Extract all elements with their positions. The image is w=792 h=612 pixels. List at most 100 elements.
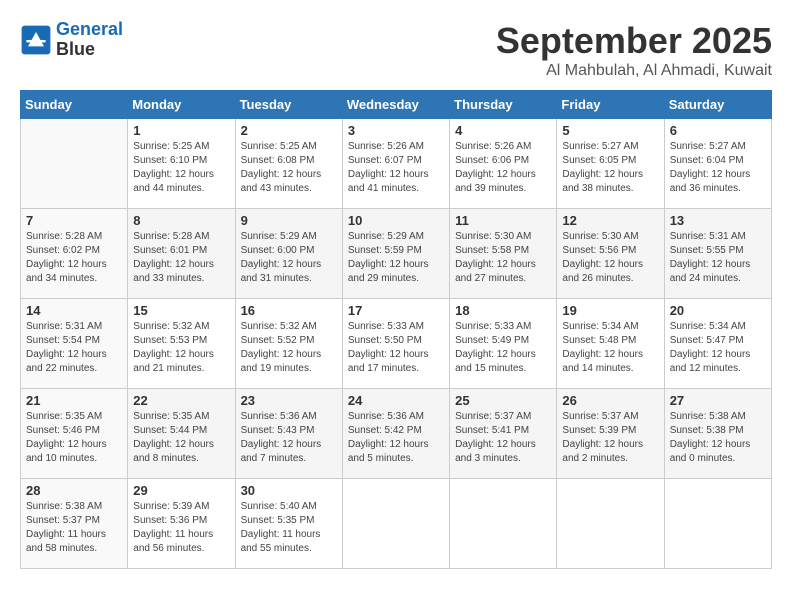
location-title: Al Mahbulah, Al Ahmadi, Kuwait (496, 62, 772, 80)
day-number: 27 (670, 393, 766, 408)
calendar-cell: 24Sunrise: 5:36 AMSunset: 5:42 PMDayligh… (342, 389, 449, 479)
calendar-cell: 13 Sunrise: 5:31 AMSunset: 5:55 PMDayligh… (664, 209, 771, 299)
day-info: Sunrise: 5:33 AMSunset: 5:50 PMDaylight:… (348, 320, 444, 376)
day-number: 8 (133, 213, 229, 228)
logo-line2: Blue (56, 40, 123, 60)
day-number: 17 (348, 303, 444, 318)
day-number: 16 (241, 303, 337, 318)
weekday-header: Tuesday (235, 91, 342, 119)
day-number: 22 (133, 393, 229, 408)
weekday-header: Wednesday (342, 91, 449, 119)
calendar-cell: 25 Sunrise: 5:37 AMSunset: 5:41 PMDayligh… (450, 389, 557, 479)
calendar-cell: 4 Sunrise: 5:26 AMSunset: 6:06 PMDaylight… (450, 119, 557, 209)
calendar-cell: 8 Sunrise: 5:28 AMSunset: 6:01 PMDaylight… (128, 209, 235, 299)
day-info: Sunrise: 5:26 AMSunset: 6:06 PMDaylight:… (455, 140, 551, 196)
calendar-cell: 3 Sunrise: 5:26 AMSunset: 6:07 PMDaylight… (342, 119, 449, 209)
day-number: 6 (670, 123, 766, 138)
calendar-cell: 11Sunrise: 5:30 AMSunset: 5:58 PMDayligh… (450, 209, 557, 299)
day-info: Sunrise: 5:25 AMSunset: 6:10 PMDaylight:… (133, 140, 229, 196)
day-number: 25 (455, 393, 551, 408)
day-info: Sunrise: 5:25 AMSunset: 6:08 PMDaylight:… (241, 140, 337, 196)
day-info: Sunrise: 5:40 AMSunset: 5:35 PMDaylight:… (241, 500, 337, 556)
calendar-cell (342, 479, 449, 569)
calendar-cell (557, 479, 664, 569)
title-area: September 2025 Al Mahbulah, Al Ahmadi, K… (496, 20, 772, 80)
day-number: 4 (455, 123, 551, 138)
logo-icon (20, 24, 52, 56)
calendar-cell: 21 Sunrise: 5:35 AMSunset: 5:46 PMDayligh… (21, 389, 128, 479)
weekday-header-row: SundayMondayTuesdayWednesdayThursdayFrid… (21, 91, 772, 119)
calendar-table: SundayMondayTuesdayWednesdayThursdayFrid… (20, 90, 772, 569)
day-number: 10 (348, 213, 444, 228)
calendar-week-row: 14 Sunrise: 5:31 AMSunset: 5:54 PMDayligh… (21, 299, 772, 389)
day-info: Sunrise: 5:37 AMSunset: 5:41 PMDaylight:… (455, 410, 551, 466)
calendar-cell: 9 Sunrise: 5:29 AMSunset: 6:00 PMDaylight… (235, 209, 342, 299)
day-number: 14 (26, 303, 122, 318)
day-info: Sunrise: 5:38 AMSunset: 5:38 PMDaylight:… (670, 410, 766, 466)
day-number: 21 (26, 393, 122, 408)
logo-line1: General (56, 19, 123, 39)
calendar-cell: 5Sunrise: 5:27 AMSunset: 6:05 PMDaylight… (557, 119, 664, 209)
day-info: Sunrise: 5:26 AMSunset: 6:07 PMDaylight:… (348, 140, 444, 196)
day-number: 20 (670, 303, 766, 318)
calendar-week-row: 21 Sunrise: 5:35 AMSunset: 5:46 PMDayligh… (21, 389, 772, 479)
calendar-cell: 30 Sunrise: 5:40 AMSunset: 5:35 PMDayligh… (235, 479, 342, 569)
day-number: 12 (562, 213, 658, 228)
calendar-cell: 6Sunrise: 5:27 AMSunset: 6:04 PMDaylight… (664, 119, 771, 209)
calendar-cell: 7 Sunrise: 5:28 AMSunset: 6:02 PMDaylight… (21, 209, 128, 299)
day-number: 15 (133, 303, 229, 318)
calendar-cell: 18Sunrise: 5:33 AMSunset: 5:49 PMDayligh… (450, 299, 557, 389)
day-info: Sunrise: 5:37 AMSunset: 5:39 PMDaylight:… (562, 410, 658, 466)
day-number: 13 (670, 213, 766, 228)
day-info: Sunrise: 5:28 AMSunset: 6:01 PMDaylight:… (133, 230, 229, 286)
day-info: Sunrise: 5:29 AMSunset: 5:59 PMDaylight:… (348, 230, 444, 286)
day-info: Sunrise: 5:39 AMSunset: 5:36 PMDaylight:… (133, 500, 229, 556)
calendar-cell: 17 Sunrise: 5:33 AMSunset: 5:50 PMDayligh… (342, 299, 449, 389)
weekday-header: Sunday (21, 91, 128, 119)
calendar-week-row: 1 Sunrise: 5:25 AMSunset: 6:10 PMDaylight… (21, 119, 772, 209)
day-number: 26 (562, 393, 658, 408)
weekday-header: Thursday (450, 91, 557, 119)
day-number: 7 (26, 213, 122, 228)
day-info: Sunrise: 5:29 AMSunset: 6:00 PMDaylight:… (241, 230, 337, 286)
calendar-cell: 26 Sunrise: 5:37 AMSunset: 5:39 PMDayligh… (557, 389, 664, 479)
day-info: Sunrise: 5:28 AMSunset: 6:02 PMDaylight:… (26, 230, 122, 286)
day-info: Sunrise: 5:33 AMSunset: 5:49 PMDaylight:… (455, 320, 551, 376)
calendar-cell (450, 479, 557, 569)
day-number: 28 (26, 483, 122, 498)
calendar-cell: 1 Sunrise: 5:25 AMSunset: 6:10 PMDaylight… (128, 119, 235, 209)
day-info: Sunrise: 5:34 AMSunset: 5:48 PMDaylight:… (562, 320, 658, 376)
logo: General Blue (20, 20, 123, 60)
calendar-cell: 20Sunrise: 5:34 AMSunset: 5:47 PMDayligh… (664, 299, 771, 389)
day-info: Sunrise: 5:36 AMSunset: 5:43 PMDaylight:… (241, 410, 337, 466)
logo-text: General Blue (56, 20, 123, 60)
calendar-cell: 16 Sunrise: 5:32 AMSunset: 5:52 PMDayligh… (235, 299, 342, 389)
calendar-cell: 29Sunrise: 5:39 AMSunset: 5:36 PMDayligh… (128, 479, 235, 569)
calendar-cell (664, 479, 771, 569)
weekday-header: Saturday (664, 91, 771, 119)
day-number: 23 (241, 393, 337, 408)
day-number: 19 (562, 303, 658, 318)
calendar-cell: 27 Sunrise: 5:38 AMSunset: 5:38 PMDayligh… (664, 389, 771, 479)
day-number: 30 (241, 483, 337, 498)
day-info: Sunrise: 5:31 AMSunset: 5:55 PMDaylight:… (670, 230, 766, 286)
month-title: September 2025 (496, 20, 772, 62)
day-number: 9 (241, 213, 337, 228)
weekday-header: Friday (557, 91, 664, 119)
day-info: Sunrise: 5:35 AMSunset: 5:46 PMDaylight:… (26, 410, 122, 466)
day-number: 1 (133, 123, 229, 138)
day-info: Sunrise: 5:32 AMSunset: 5:52 PMDaylight:… (241, 320, 337, 376)
day-info: Sunrise: 5:32 AMSunset: 5:53 PMDaylight:… (133, 320, 229, 376)
calendar-cell: 2 Sunrise: 5:25 AMSunset: 6:08 PMDaylight… (235, 119, 342, 209)
day-info: Sunrise: 5:31 AMSunset: 5:54 PMDaylight:… (26, 320, 122, 376)
calendar-cell: 19 Sunrise: 5:34 AMSunset: 5:48 PMDayligh… (557, 299, 664, 389)
calendar-cell: 23 Sunrise: 5:36 AMSunset: 5:43 PMDayligh… (235, 389, 342, 479)
day-number: 5 (562, 123, 658, 138)
calendar-cell (21, 119, 128, 209)
day-number: 24 (348, 393, 444, 408)
day-number: 3 (348, 123, 444, 138)
calendar-cell: 28Sunrise: 5:38 AMSunset: 5:37 PMDayligh… (21, 479, 128, 569)
calendar-week-row: 7 Sunrise: 5:28 AMSunset: 6:02 PMDaylight… (21, 209, 772, 299)
day-info: Sunrise: 5:30 AMSunset: 5:56 PMDaylight:… (562, 230, 658, 286)
day-number: 2 (241, 123, 337, 138)
